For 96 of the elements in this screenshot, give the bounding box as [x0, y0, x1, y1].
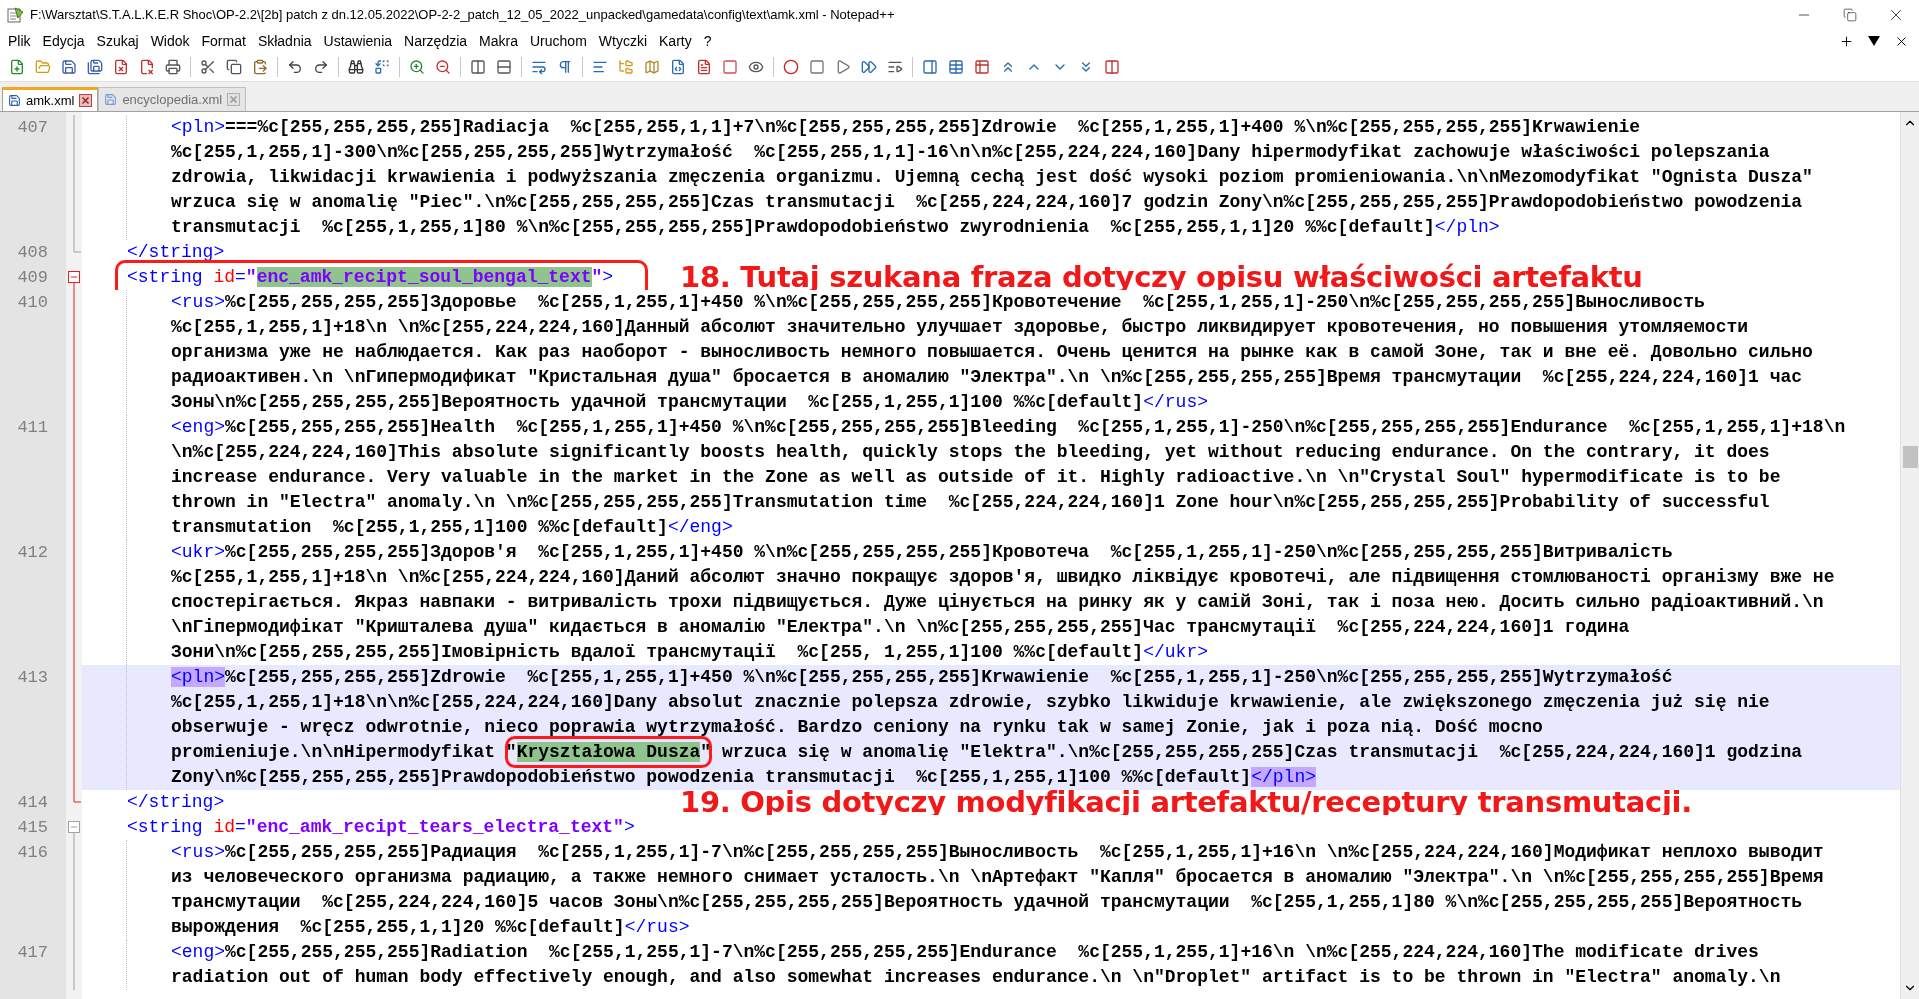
dropdown-triangle-icon[interactable]	[1868, 36, 1880, 46]
restore-icon[interactable]	[1843, 8, 1857, 22]
code-text: %c[255,255,255,255]Здоровье %c[255,1,255,1]+450 %\n%c[255,255,255,255]Кровотечение %c[255,1,255,1]-250\n%c[255,255,255,255]Выносливость	[225, 292, 1705, 312]
xml-tag: <pln>	[171, 117, 225, 137]
scrollbar-thumb[interactable]	[1902, 446, 1918, 468]
code-text: %c[255,1,255,1]+18\n \n%c[255,224,224,160]Даний абсолют значно покращує здоров'я, швидко ліквідує кровотечі, але підвищення стомлюваності організму вже не	[171, 567, 1835, 587]
close-tab-icon[interactable]	[79, 94, 93, 107]
code-text: zdrowia, likwidacji krwawienia i podwyższania zmęczenia organizmu. Ujemną cechą jest dość wysoki poziom promieniowania.\n\nMezomodyfikat "Ognista Dusza"	[171, 167, 1813, 187]
attribute-value: "	[245, 267, 257, 287]
app-logo-icon	[6, 6, 24, 24]
menu-item[interactable]: ?	[697, 31, 718, 51]
xml-tag: </rus>	[624, 917, 690, 937]
line-number: 410	[17, 293, 48, 312]
line-number: 414	[17, 793, 48, 812]
line-number: 407	[17, 118, 48, 137]
xml-tag: <eng>	[171, 417, 225, 437]
menu-item[interactable]: Uruchom	[524, 31, 593, 51]
line-number: 411	[17, 418, 48, 437]
file-tab[interactable]: encyclopedia.xml	[98, 87, 247, 111]
code-text: %c[255,255,255,255]Radiation %c[255,1,255,1]-7\n%c[255,255,255,255]Endurance %c[255,1,255,1]+16\n \n%c[255,224,224,160]The modificate drives	[225, 942, 1759, 962]
line-number: 416	[17, 843, 48, 862]
code-text: %c[255,255,255,255]Радиация %c[255,1,255,1]-7\n%c[255,255,255,255]Выносливость %c[255,1,255,1]+16\n \n%c[255,224,224,160]Модификат неплохо выводит	[225, 842, 1824, 862]
xml-tag: <eng>	[171, 942, 225, 962]
xml-tag: <rus>	[171, 292, 225, 312]
line-number: 412	[17, 543, 48, 562]
line-number: 408	[17, 243, 48, 262]
code-text: организма уже не наблюдается. Как раз наоборот - выносливость немного повышается. Очень ценится на рынке как в самой Зоне, так и вне её. Довольно сильно	[171, 342, 1813, 362]
code-text: ===%c[255,255,255,255]Radiacja %c[255,255,1,1]+7\n%c[255,255,255,255]Zdrowie %c[255,1,255,1]+400 %\n%c[255,255,255,255]Krwawienie	[225, 117, 1641, 137]
xml-tag: </pln>	[1434, 217, 1500, 237]
xml-tag: <ukr>	[171, 542, 225, 562]
menu-item[interactable]: Szukaj	[90, 31, 145, 51]
xml-tag: </rus>	[1143, 392, 1208, 412]
save-icon	[8, 94, 21, 107]
code-text: %c[255,255,255,255]Здоров'я %c[255,1,255,1]+450 %\n%c[255,255,255,255]Кровотеча %c[255,1,255,1]-250\n%c[255,255,255,255]Витривалість	[225, 542, 1673, 562]
xml-tag: </ukr>	[1143, 642, 1208, 662]
code-text: спостерігається. Якраз навпаки - витривалість трохи підвищується. Дуже цінується на ринку як у самій Зоні, так і поза нею. Досить сильно радіоактивний.\n	[171, 592, 1824, 612]
code-text: вырождения %c[255,255,1,1]20 %%c[default]	[171, 917, 625, 937]
save-icon	[104, 93, 118, 106]
xml-tag: =	[235, 267, 246, 287]
xml-tag: >	[602, 267, 614, 287]
line-number: 415	[17, 818, 48, 837]
menu-item[interactable]: Edycja	[36, 31, 91, 51]
line-number: 417	[17, 943, 48, 962]
menu-item[interactable]: Makra	[473, 31, 524, 51]
code-text: promieniuje.\n\nHipermodyfikat "	[171, 742, 517, 762]
attribute-value: "enc_amk_recipt_tears_electra_text"	[245, 817, 624, 837]
line-number: 413	[17, 668, 48, 687]
code-text: из человеческого организма радиацию, а также немного снимает усталость.\n \nАртефакт "Капля" бросается в аномалию "Электра".\n \n%c[255,255,255,255]Время	[171, 867, 1824, 887]
vertical-scrollbar[interactable]	[1900, 112, 1919, 999]
annotation-text: 19. Opis dotyczy modyfikacji artefaktu/receptury transmutacji.	[680, 786, 1692, 818]
code-text: " wrzuca się w anomalię "Elektra".\n%c[255,255,255,255]Czas transmutacji %c[255,224,224,160]1 godzina	[700, 742, 1803, 762]
menu-item[interactable]: Format	[195, 31, 252, 51]
line-number: 409	[17, 268, 48, 287]
xml-tag: <pln>	[171, 667, 225, 687]
xml-tag: </eng>	[667, 517, 733, 537]
xml-tag: </pln>	[1251, 767, 1316, 787]
code-text: радиоактивен.\n \nГипермодификат "Кристальная душа" бросается в аномалию "Электра".\n \n%c[255,255,255,255]Время трансмутации %c[255,224,224,160]1 час	[171, 367, 1803, 387]
code-text: Zony\n%c[255,255,255,255]Prawdopodobieństwo powodzenia transmutacji %c[255,1,255,1]100 %%c[default]	[171, 767, 1252, 787]
code-text: \nГіпермодифікат "Кришталева душа" кидається в аномалію "Електра".\n \n%c[255,255,255,255]Час трансмутації %c[255,224,224,160]1 година	[171, 617, 1630, 637]
menu-item[interactable]: Plik	[2, 31, 37, 51]
file-tab[interactable]: amk.xml	[2, 87, 99, 111]
xml-tag: <string	[127, 817, 214, 837]
attribute-name: id	[213, 267, 236, 287]
code-text: increase endurance. Very valuable in the market in the Zone as well as outside of it. Highly radioactive.\n \n"Crystal Soul" hypermodificate is to be	[171, 467, 1781, 487]
code-text: wrzuca się w anomalię "Piec".\n%c[255,255,255,255]Czas transmutacji %c[255,224,224,160]7 godzin Zony\n%c[255,255,255,255]Prawdopodobieństwo powodzenia	[171, 192, 1803, 212]
code-text: radiation out of human body effectively enough, and also somewhat increases endurance.\n \n"Droplet" artifact is to be thrown in "Electra" anomaly.\n	[171, 967, 1781, 987]
menu-item[interactable]: Narzędzia	[398, 31, 474, 51]
attribute-value: "	[591, 267, 603, 287]
code-text: transmutation %c[255,1,255,1]100 %%c[default]	[171, 517, 668, 537]
xml-tag: =	[235, 817, 246, 837]
menu-item[interactable]: Karty	[653, 31, 698, 51]
code-text: %c[255,1,255,1]+18\n \n%c[255,224,224,160]Данный абсолют значительно улучшает здоровье, быстро ликвидирует кровотечения, но повышения утомляемости	[171, 317, 1749, 337]
xml-tag: <string	[127, 267, 214, 287]
code-text: %c[255,1,255,1]+18\n\n%c[255,224,224,160]Dany absolut znacznie polepsza zdrowie, szybko likwiduje krwawienie, ale zwiększonego zmęczenia już się nie	[171, 692, 1770, 712]
annotation-text: 18. Tutaj szukana fraza dotyczy opisu właściwości artefaktu	[680, 261, 1643, 293]
code-text: %c[255,255,255,255]Health %c[255,1,255,1]+450 %\n%c[255,255,255,255]Bleeding %c[255,1,255,1]-250\n%c[255,255,255,255]Endurance %c[255,1,255,1]+18\n	[225, 417, 1846, 437]
code-text: %c[255,255,255,255]Zdrowie %c[255,1,255,1]+450 %\n%c[255,255,255,255]Krwawienie %c[255,1,255,1]-250\n%c[255,255,255,255]Wytrzymałość	[225, 667, 1673, 687]
menu-item[interactable]: Składnia	[251, 31, 318, 51]
menu-item[interactable]: Widok	[144, 31, 196, 51]
xml-tag: >	[623, 817, 635, 837]
code-text: obserwuje - wręcz odwrotnie, nieco poprawia wytrzymałość. Bardzo ceniony na rynku tak w samej Zonie, jak i poza nią. Dość mocno	[171, 717, 1543, 737]
code-text: Зоны\n%c[255,255,255,255]Вероятность удачной трансмутации %c[255,1,255,1]100 %%c[default]	[171, 392, 1144, 412]
code-text: Зони\n%c[255,255,255,255]Імовірність вдалої трансмутації %c[255, 1,255,1]100 %%c[default]	[171, 642, 1144, 662]
code-text: %c[255,1,255,1]-300\n%c[255,255,255,255]Wytrzymałość %c[255,255,1,1]-16\n\n%c[255,224,224,160]Dany hipermodyfikat zachowuje właściwości polepszania	[171, 142, 1770, 162]
window-title: F:\Warsztat\S.T.A.L.K.E.R Shoc\OP-2.2\[2b] patch z dn.12.05.2022\OP-2-2_patch_12_05_2022_unpacked\gamedata\config\text\amk.xml - Notepad++	[30, 6, 895, 25]
xml-tag: <rus>	[171, 842, 225, 862]
code-text: \n%c[255,224,224,160]This absolute significantly boosts health, quickly stops the bleeding, yet without reducing endurance. On the contrary, it does	[171, 442, 1770, 462]
xml-tag: </string>	[127, 242, 225, 262]
menu-item[interactable]: Wtyczki	[592, 31, 653, 51]
code-text: трансмутации %c[255,224,224,160]5 часов Зоны\n%c[255,255,255,255]Вероятность удачной трансмутации %c[255,1,255,1]80 %\n%c[255,255,255,255]Вероятность	[171, 892, 1803, 912]
code-text: transmutacji %c[255,1,255,1]80 %\n%c[255,255,255,255]Prawdopodobieństwo zwyrodnienia %c[255,255,1,1]20 %%c[default]	[171, 217, 1435, 237]
code-text: thrown in "Electra" anomaly.\n \n%c[255,255,255,255]Transmutation time %c[255,224,224,160]1 Zone hour\n%c[255,255,255,255]Probability of successful	[171, 492, 1770, 512]
new-tab-icon[interactable]	[1839, 33, 1854, 49]
menu-item[interactable]: Ustawienia	[317, 31, 399, 51]
attribute-name: id	[213, 817, 236, 837]
xml-tag: </string>	[127, 792, 225, 812]
